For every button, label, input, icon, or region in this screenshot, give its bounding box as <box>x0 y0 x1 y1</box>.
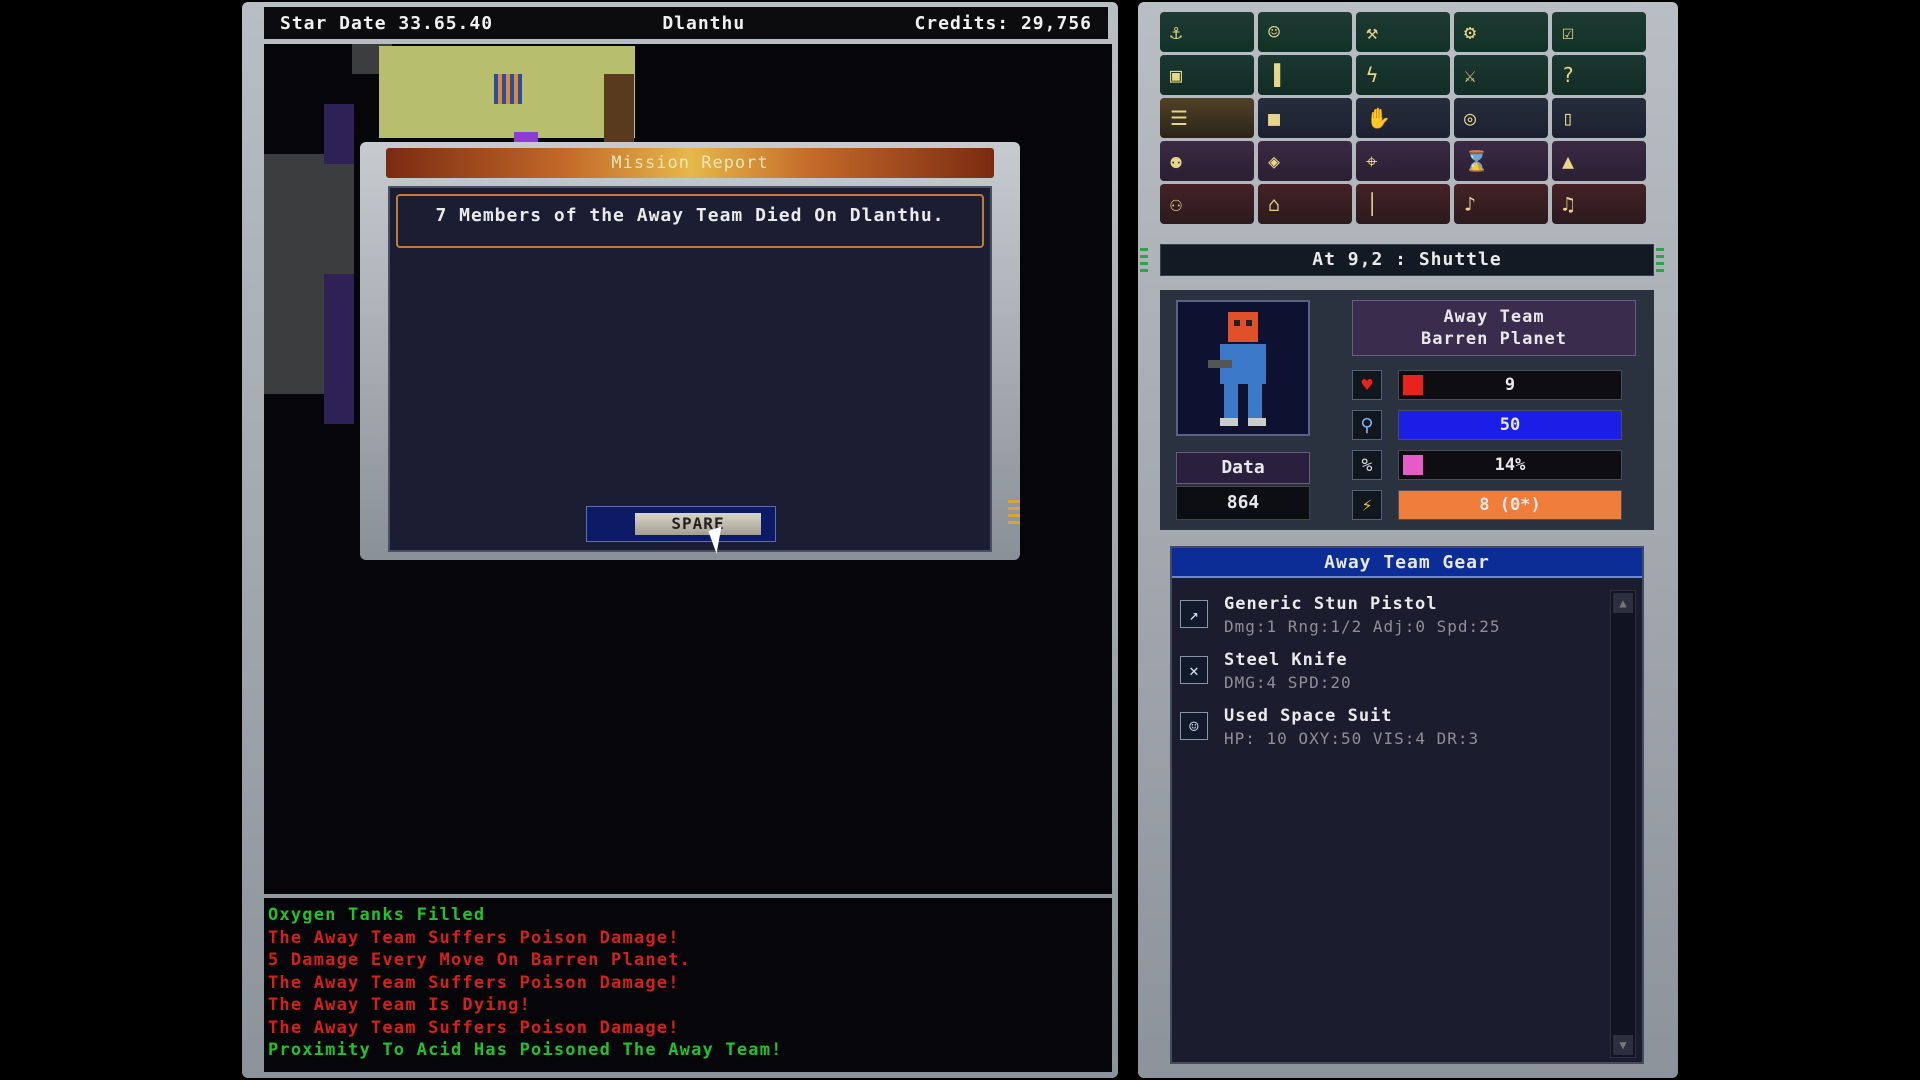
percent-bar: 14% <box>1398 450 1622 480</box>
oxygen-bar: 50 <box>1398 410 1622 440</box>
chart-icon[interactable]: ▐ <box>1258 55 1352 95</box>
lock-icon[interactable]: ⌂ <box>1258 184 1352 224</box>
percent-row: % 14% <box>1352 448 1636 482</box>
data-label: Data <box>1176 452 1310 484</box>
team-location-box: Away Team Barren Planet <box>1352 300 1636 356</box>
map-tile <box>324 274 354 424</box>
document-icon[interactable]: ▯ <box>1552 98 1646 138</box>
pistol-icon: ↗ <box>1180 600 1208 628</box>
percent-value: 14% <box>1494 455 1526 475</box>
crew-list-icon[interactable]: ☰ <box>1160 98 1254 138</box>
percent-icon: % <box>1352 450 1382 480</box>
heart-icon: ♥ <box>1352 370 1382 400</box>
location-bar: At 9,2 : Shuttle <box>1160 244 1654 276</box>
cargo-icon[interactable]: ▣ <box>1160 55 1254 95</box>
map-tile <box>514 132 538 142</box>
oxygen-icon: ⚲ <box>1352 410 1382 440</box>
box-icon[interactable]: ■ <box>1258 98 1352 138</box>
grip-icon <box>1656 248 1664 272</box>
log-line: Oxygen Tanks Filled <box>268 905 486 925</box>
away-team-status-panel: Data 864 Away Team Barren Planet ♥ 9 ⚲ 5… <box>1160 290 1654 530</box>
checkbox-icon[interactable]: ☑ <box>1552 12 1646 52</box>
gear-stats: HP: 10 OXY:50 VIS:4 DR:3 <box>1224 729 1480 748</box>
scroll-up-icon[interactable]: ▲ <box>1613 593 1633 613</box>
spare-button[interactable]: SPARE <box>635 513 761 535</box>
log-line: The Away Team Suffers Poison Damage! <box>268 927 680 948</box>
map-tile <box>324 104 354 164</box>
health-bar: 9 <box>1398 370 1622 400</box>
grip-icon <box>1140 248 1148 272</box>
gear-title: Away Team Gear <box>1172 548 1642 578</box>
gear-name: Generic Stun Pistol <box>1224 594 1438 614</box>
soldier-icon <box>1208 312 1266 426</box>
grip-icon <box>1008 500 1020 524</box>
gear-name: Used Space Suit <box>1224 706 1393 726</box>
hand-icon[interactable]: ✋ <box>1356 98 1450 138</box>
hourglass-icon[interactable]: ⌛ <box>1454 141 1548 181</box>
team-icon[interactable]: ⚇ <box>1160 184 1254 224</box>
anchor-icon[interactable]: ⚓ <box>1160 12 1254 52</box>
ship-icon[interactable]: ▲ <box>1552 141 1646 181</box>
away-team-sprite <box>494 74 522 104</box>
mission-report-dialog: Mission Report 7 Members of the Away Tea… <box>360 142 1020 560</box>
health-value: 9 <box>1504 375 1516 395</box>
knife-icon: ✕ <box>1180 656 1208 684</box>
lightning-icon[interactable]: ϟ <box>1356 55 1450 95</box>
ammo-icon: ⚡ <box>1352 490 1382 520</box>
log-line: 5 Damage Every Move On Barren Planet. <box>268 950 692 970</box>
oxygen-row: ⚲ 50 <box>1352 408 1636 442</box>
help-icon[interactable]: ? <box>1552 55 1646 95</box>
crew-portrait <box>1176 300 1310 436</box>
crew-icon[interactable]: ☺ <box>1258 12 1352 52</box>
gear-panel: Away Team Gear ↗ Generic Stun Pistol Dmg:1… <box>1170 546 1644 1064</box>
log-line: The Away Team Suffers Poison Damage! <box>268 972 680 993</box>
scanner-icon[interactable]: ◈ <box>1258 141 1352 181</box>
planet-name: Dlanthu <box>662 12 746 34</box>
music-icon[interactable]: ♫ <box>1552 184 1646 224</box>
team-name: Away Team <box>1443 307 1545 327</box>
team-environment: Barren Planet <box>1420 329 1568 349</box>
gear-stats: DMG:4 SPD:20 <box>1224 673 1352 692</box>
target-icon[interactable]: ⌖ <box>1356 141 1450 181</box>
log-line: The Away Team Suffers Poison Damage! <box>268 1017 680 1038</box>
dialog-title: Mission Report <box>386 148 994 178</box>
gear-item[interactable]: ☺ Used Space Suit HP: 10 OXY:50 VIS:4 DR:3 <box>1180 706 1600 756</box>
command-icon-grid: ⚓ ☺ ⚒ ⚙ ☑ ▣ ▐ ϟ ⚔? ☰ ■ ✋ ◎ ▯ ⚉ ◈ ⌖ ⌛ ▲ ⚇ ⌂ │ ♪ ♫ <box>1160 12 1654 230</box>
torch-icon[interactable]: │ <box>1356 184 1450 224</box>
gear-name: Steel Knife <box>1224 650 1348 670</box>
map-tile <box>604 74 634 144</box>
spare-button-frame: SPARE <box>586 506 776 542</box>
star-date: Star Date 33.65.40 <box>280 12 494 34</box>
sword-icon[interactable]: ⚔ <box>1454 55 1548 95</box>
gear-item[interactable]: ✕ Steel Knife DMG:4 SPD:20 <box>1180 650 1600 700</box>
health-row: ♥ 9 <box>1352 368 1636 402</box>
top-status-bar: Star Date 33.65.40 Dlanthu Credits: 29,7… <box>264 7 1108 39</box>
binoculars-icon[interactable]: ◎ <box>1454 98 1548 138</box>
dialog-message: 7 Members of the Away Team Died On Dlant… <box>396 194 984 248</box>
health-chip <box>1403 375 1423 395</box>
message-log: Oxygen Tanks Filled The Away Team Suffers… <box>264 898 1112 1072</box>
ammo-row: ⚡ 8 (0*) <box>1352 488 1636 522</box>
log-line: The Away Team Is Dying! <box>268 995 532 1015</box>
ammo-bar: 8 (0*) <box>1398 490 1622 520</box>
robot-icon[interactable]: ⚉ <box>1160 141 1254 181</box>
spacesuit-icon: ☺ <box>1180 712 1208 740</box>
gear-icon[interactable]: ⚙ <box>1454 12 1548 52</box>
log-line: Proximity To Acid Has Poisoned The Away … <box>268 1040 783 1060</box>
sound-icon[interactable]: ♪ <box>1454 184 1548 224</box>
gear-scrollbar[interactable]: ▲ ▼ <box>1610 590 1636 1058</box>
wrench-icon[interactable]: ⚒ <box>1356 12 1450 52</box>
dialog-body: 7 Members of the Away Team Died On Dlant… <box>388 186 992 552</box>
percent-chip <box>1403 455 1423 475</box>
gear-stats: Dmg:1 Rng:1/2 Adj:0 Spd:25 <box>1224 617 1501 636</box>
data-value: 864 <box>1176 486 1310 520</box>
gear-item[interactable]: ↗ Generic Stun Pistol Dmg:1 Rng:1/2 Adj:0 … <box>1180 594 1600 644</box>
ammo-value: 8 (0*) <box>1479 495 1541 515</box>
scroll-down-icon[interactable]: ▼ <box>1613 1035 1633 1055</box>
credits: Credits: 29,756 <box>914 12 1092 34</box>
oxygen-value: 50 <box>1499 415 1521 435</box>
